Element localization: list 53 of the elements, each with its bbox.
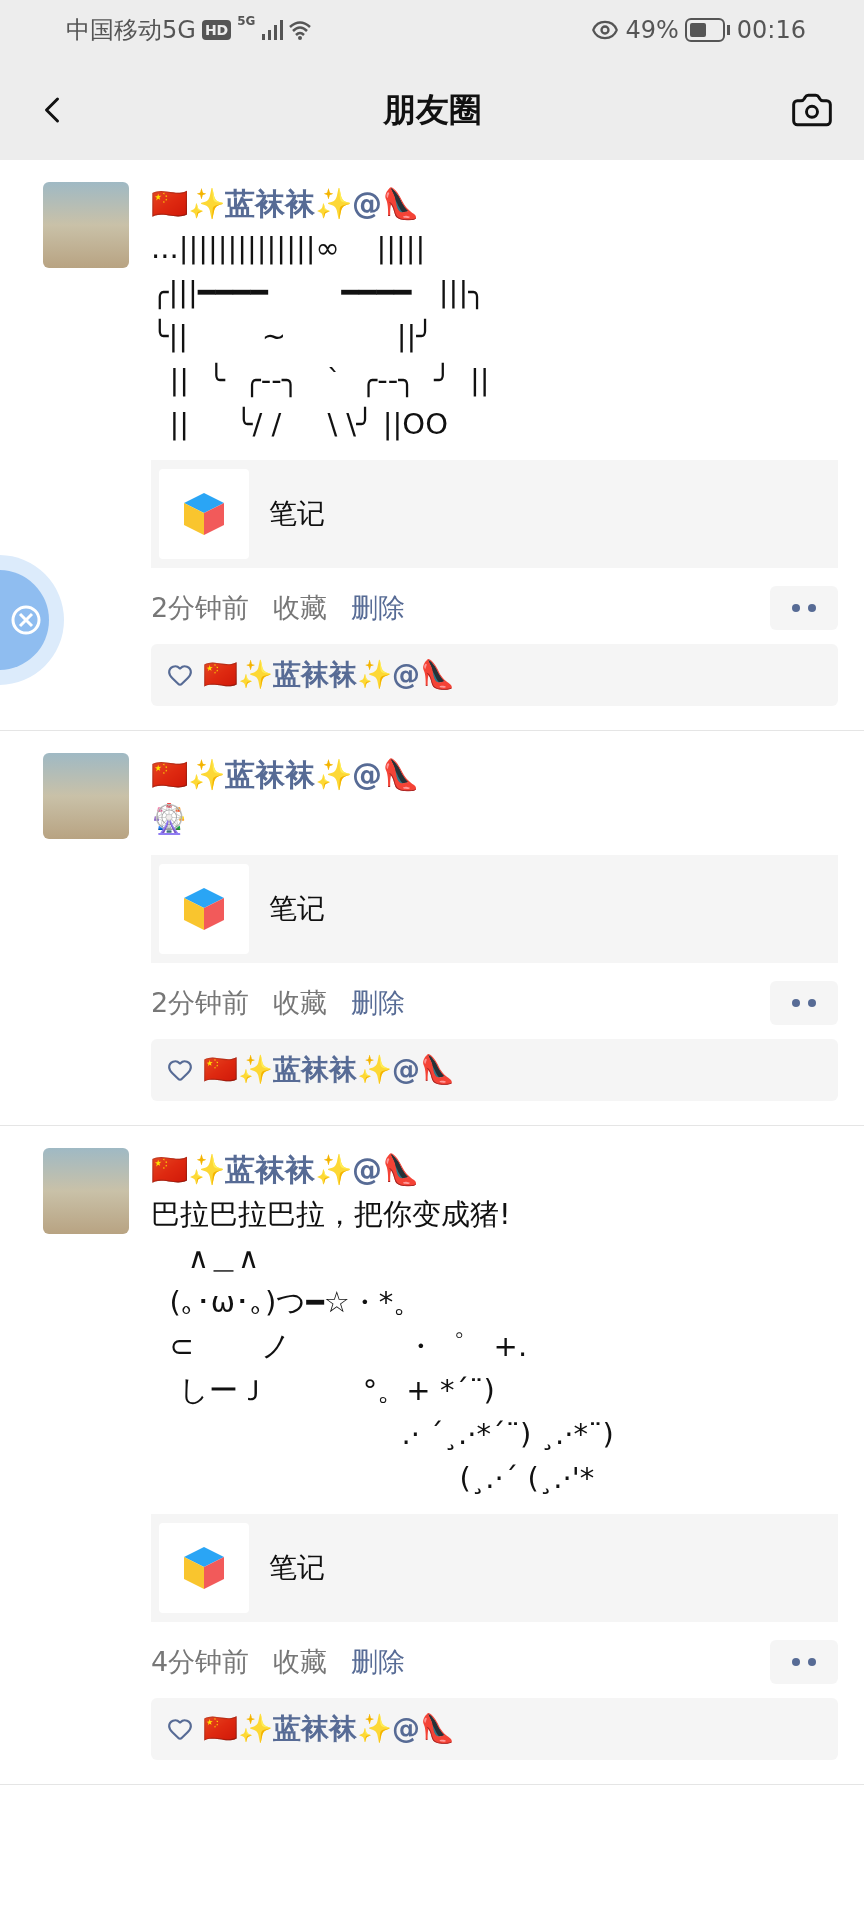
post-time: 2分钟前: [151, 986, 250, 1020]
network-label: 5G: [237, 14, 256, 28]
post-text-line: ⊂ ノ ・゜ +.: [168, 1328, 529, 1365]
clock-time: 00:16: [736, 16, 806, 44]
favorite-label: 收藏: [273, 1645, 328, 1679]
more-button[interactable]: [770, 981, 838, 1025]
heart-icon: [167, 662, 193, 688]
post-text-line: .· ´¸.·*´¨) ¸.·*¨): [400, 1416, 615, 1453]
link-title: 笔记: [269, 1550, 325, 1586]
page-title: 朋友圈: [382, 88, 482, 131]
post-text-line: || ╰ ╭--╮ ` ╭--╮ ╯ ||: [168, 361, 491, 400]
post-text-line: ...||||||||||||||∞ |||||: [151, 230, 427, 267]
delete-link[interactable]: 删除: [351, 985, 406, 1021]
link-title: 笔记: [269, 891, 325, 927]
link-card[interactable]: 笔记: [151, 460, 838, 568]
author-name[interactable]: 🇨🇳✨蓝袜袜✨@👠: [151, 182, 838, 226]
battery-percent: 49%: [625, 16, 679, 44]
cube-icon: [182, 491, 226, 537]
close-icon: [11, 605, 41, 635]
more-button[interactable]: [770, 586, 838, 630]
delete-link[interactable]: 删除: [351, 590, 406, 626]
wifi-icon: [289, 19, 312, 41]
liker-name[interactable]: 🇨🇳✨蓝袜袜✨@👠: [203, 1710, 455, 1748]
post-text-line: ∧＿∧: [186, 1240, 261, 1277]
cube-icon: [182, 886, 226, 932]
link-card[interactable]: 笔记: [151, 1514, 838, 1622]
cube-icon: [182, 1545, 226, 1591]
post-text-line: (¸.·´ (¸.·'*: [458, 1460, 596, 1497]
post-text-line: 巴拉巴拉巴拉，把你变成猪!: [151, 1196, 512, 1233]
delete-link[interactable]: 删除: [351, 1644, 406, 1680]
hd-badge: HD: [201, 20, 232, 40]
liker-name[interactable]: 🇨🇳✨蓝袜袜✨@👠: [203, 1051, 455, 1089]
author-name[interactable]: 🇨🇳✨蓝袜袜✨@👠: [151, 753, 838, 797]
post-time: 2分钟前: [151, 591, 250, 625]
post-time: 4分钟前: [151, 1645, 250, 1679]
post-text-line: しーＪ °。+ *´¨): [177, 1372, 496, 1409]
favorite-label: 收藏: [273, 591, 328, 625]
post-text-line: ╭|||━━━━ ━━━━ |||╮: [151, 274, 487, 312]
signal-icon: [261, 19, 284, 41]
post-text-line: ╰|| ~ ||╯: [151, 317, 435, 355]
link-title: 笔记: [269, 496, 325, 532]
carrier-label: 中国移动5G: [66, 15, 196, 46]
post-text-line: 🎡: [151, 801, 188, 838]
more-button[interactable]: [770, 1640, 838, 1684]
post-text-line: || ╰/ / \ \╯ ||OO: [168, 405, 449, 443]
liker-name[interactable]: 🇨🇳✨蓝袜袜✨@👠: [203, 656, 455, 694]
heart-icon: [167, 1716, 193, 1742]
battery-icon: [684, 18, 731, 42]
favorite-label: 收藏: [273, 986, 328, 1020]
link-card[interactable]: 笔记: [151, 855, 838, 963]
heart-icon: [167, 1057, 193, 1083]
post-text-line: (｡･ω･｡)つ━☆・*。: [168, 1284, 424, 1321]
author-name[interactable]: 🇨🇳✨蓝袜袜✨@👠: [151, 1148, 838, 1192]
